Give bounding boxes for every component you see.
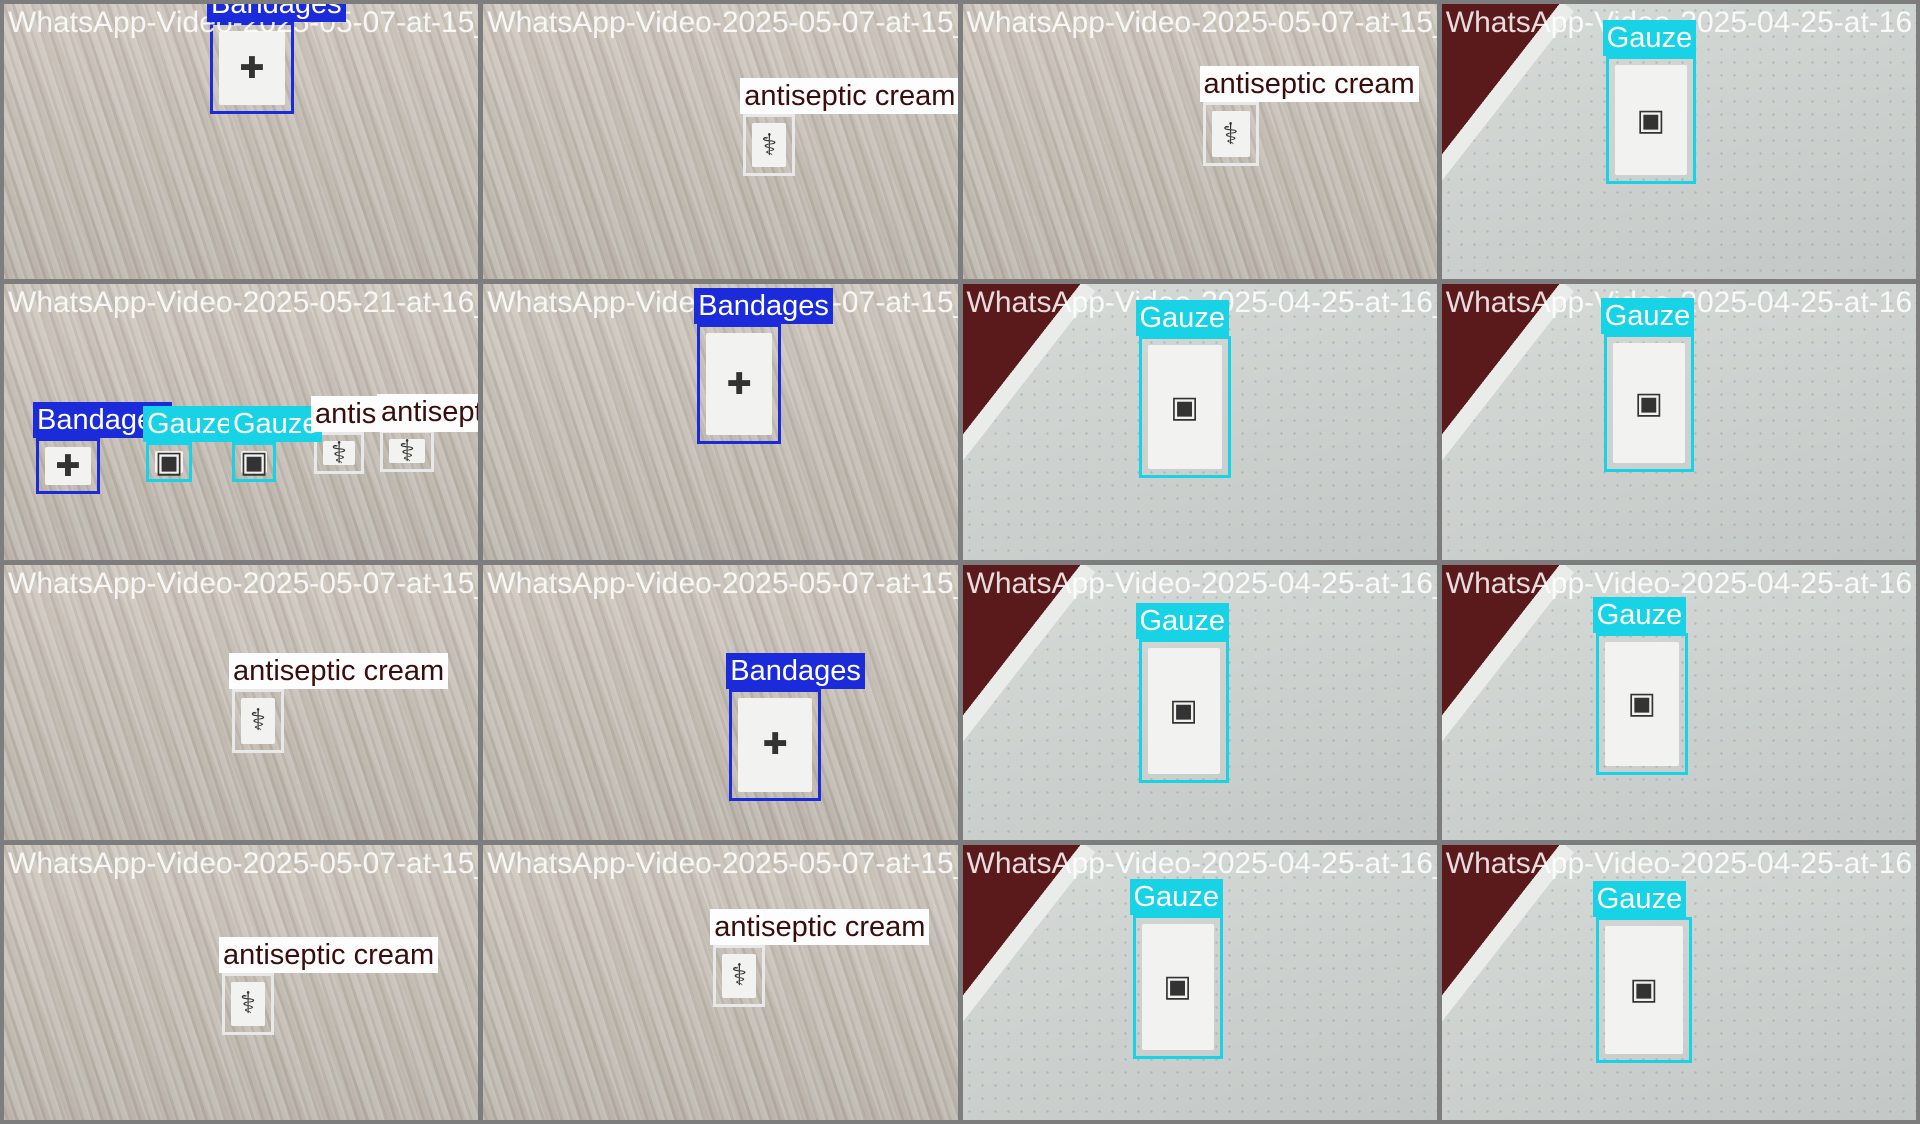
image-tile: WhatsApp-Video-2025-05-07-at-15_21_13_mp… [4, 844, 479, 1120]
bounding-box: ✚ [729, 688, 822, 801]
image-tile: WhatsApp-Video-2025-05-21-at-16_36_32_mp… [4, 284, 479, 560]
class-label: Gauze [1135, 602, 1229, 639]
syringe-icon: ⚕ [241, 697, 275, 744]
filename-overlay: WhatsApp-Video-2025-04-25-at-16_03_57_mp [966, 846, 1437, 880]
bounding-box: ✚ [697, 324, 782, 445]
image-tile: WhatsApp-Video-2025-04-25-at-16 ▣ Gauze [1441, 564, 1916, 840]
bandage-roll-icon: ✚ [45, 447, 91, 486]
gauze-pack-icon: ▣ [154, 445, 184, 479]
gauze-pack-icon: ▣ [1141, 923, 1214, 1050]
gauze-pack-icon: ▣ [1614, 65, 1687, 175]
class-label: Gauze [1600, 298, 1695, 335]
gauze-pack-icon: ▣ [1612, 343, 1685, 464]
bounding-box: ▣ [1138, 638, 1229, 783]
filename-overlay: WhatsApp-Video-2025-04-25-at-16 [1445, 566, 1913, 600]
bounding-box: ▣ [146, 442, 192, 483]
filename-overlay: WhatsApp-Video-2025-04-25-at-16_03_57_mp [966, 566, 1437, 600]
class-label: antiseptic cream [1199, 66, 1419, 102]
image-tile: WhatsApp-Video-2025-04-25-at-16_03_57_mp… [962, 844, 1437, 1120]
class-label: antiseptic cream [710, 908, 930, 945]
class-label: Gauze [1135, 300, 1229, 337]
class-label: Gauze [1592, 880, 1687, 917]
class-label: Bandages [694, 288, 833, 325]
image-tile: WhatsApp-Video-2025-04-25-at-16_03_57_mp… [962, 564, 1437, 840]
filename-overlay: WhatsApp-Video-2025-05-07-at-15_21_23_mp [487, 566, 957, 600]
bounding-box: ⚕ [232, 688, 284, 753]
filename-overlay: WhatsApp-Video-2025-05-07-at-15_21_13_mp [487, 846, 957, 880]
class-label: Gauze [1602, 20, 1697, 56]
bounding-box: ▣ [232, 442, 276, 483]
filename-overlay: WhatsApp-Video-2025-05-07-at-15_21_13_mp [966, 6, 1437, 39]
gauze-pack-icon: ▣ [1147, 647, 1220, 774]
gauze-pack-icon: ▣ [1604, 641, 1679, 766]
class-label: Gauze [143, 406, 237, 443]
bandage-roll-icon: ✚ [219, 31, 285, 105]
bounding-box: ▣ [1595, 632, 1688, 775]
bounding-box: ✚ [36, 438, 100, 495]
image-tile: WhatsApp-Video-2025-05-07-at-15_21_13_mp… [483, 844, 958, 1120]
bounding-box: ⚕ [743, 114, 796, 176]
filename-overlay: WhatsApp-Video-2025-05-07-at-15_21_13_mp [8, 566, 478, 600]
filename-overlay: WhatsApp-Video-2025-05-07-at-15_21_13_mp [8, 846, 478, 880]
syringe-icon: ⚕ [389, 435, 425, 468]
syringe-icon: ⚕ [323, 437, 355, 470]
filename-overlay: WhatsApp-Video-2025-04-25-at-16 [1445, 846, 1913, 880]
bounding-box: ▣ [1138, 336, 1231, 479]
bounding-box: ▣ [1132, 914, 1223, 1059]
class-label: Bandages [726, 652, 865, 689]
class-label: Gauze [1129, 878, 1223, 915]
image-tile: WhatsApp-Video-2025-05-07-at-15_21_23_mp… [4, 4, 479, 280]
syringe-icon: ⚕ [1211, 111, 1250, 157]
image-tile: WhatsApp-Video-2025-05-07-at-15_21_13_mp… [483, 4, 958, 280]
gauze-pack-icon: ▣ [239, 445, 269, 479]
image-tile: WhatsApp-Video-2025-05-07-at-15_21_23_mp… [483, 564, 958, 840]
syringe-icon: ⚕ [231, 981, 265, 1026]
bounding-box: ⚕ [380, 430, 434, 473]
detection-grid: WhatsApp-Video-2025-05-07-at-15_21_23_mp… [0, 0, 1920, 1124]
class-label: antiseptic cream [377, 394, 479, 431]
bounding-box: ⚕ [713, 944, 766, 1007]
gauze-pack-icon: ▣ [1604, 925, 1683, 1054]
class-label: Gauze [1592, 596, 1687, 633]
syringe-icon: ⚕ [722, 953, 757, 998]
image-tile: WhatsApp-Video-2025-04-25-at-16▣Gauze [1441, 284, 1916, 560]
image-tile: WhatsApp-Video-2025-04-25-at-16▣Gauze [1441, 4, 1916, 280]
bounding-box: ▣ [1605, 56, 1696, 184]
image-tile: WhatsApp-Video-2025-05-07-at-15_21_13_mp… [962, 4, 1437, 280]
filename-overlay: WhatsApp-Video-2025-05-21-at-16_36_32_mp [8, 286, 478, 320]
bounding-box: ▣ [1595, 916, 1692, 1063]
filename-overlay: WhatsApp-Video-2025-05-07-at-15_21_13_mp [487, 6, 957, 39]
image-tile: WhatsApp-Video-2025-05-07-at-15_21_23_mp… [483, 284, 958, 560]
image-tile: WhatsApp-Video-2025-04-25-at-16_03_57_mp… [962, 284, 1437, 560]
bounding-box: ⚕ [222, 972, 274, 1035]
class-label: antiseptic cream [740, 78, 958, 114]
image-tile: WhatsApp-Video-2025-04-25-at-16 ▣ Gauze [1441, 844, 1916, 1120]
bandage-roll-icon: ✚ [706, 333, 773, 436]
bounding-box: ⚕ [1202, 102, 1259, 166]
gauze-pack-icon: ▣ [1147, 345, 1222, 470]
bounding-box: ▣ [1603, 334, 1694, 473]
class-label: antiseptic cream [219, 936, 439, 973]
class-label: Bandages [207, 4, 346, 22]
class-label: Gauze [229, 406, 323, 443]
class-label: antiseptic cream [229, 652, 449, 689]
syringe-icon: ⚕ [752, 123, 787, 167]
bandage-roll-icon: ✚ [738, 697, 813, 792]
image-tile: WhatsApp-Video-2025-05-07-at-15_21_13_mp… [4, 564, 479, 840]
